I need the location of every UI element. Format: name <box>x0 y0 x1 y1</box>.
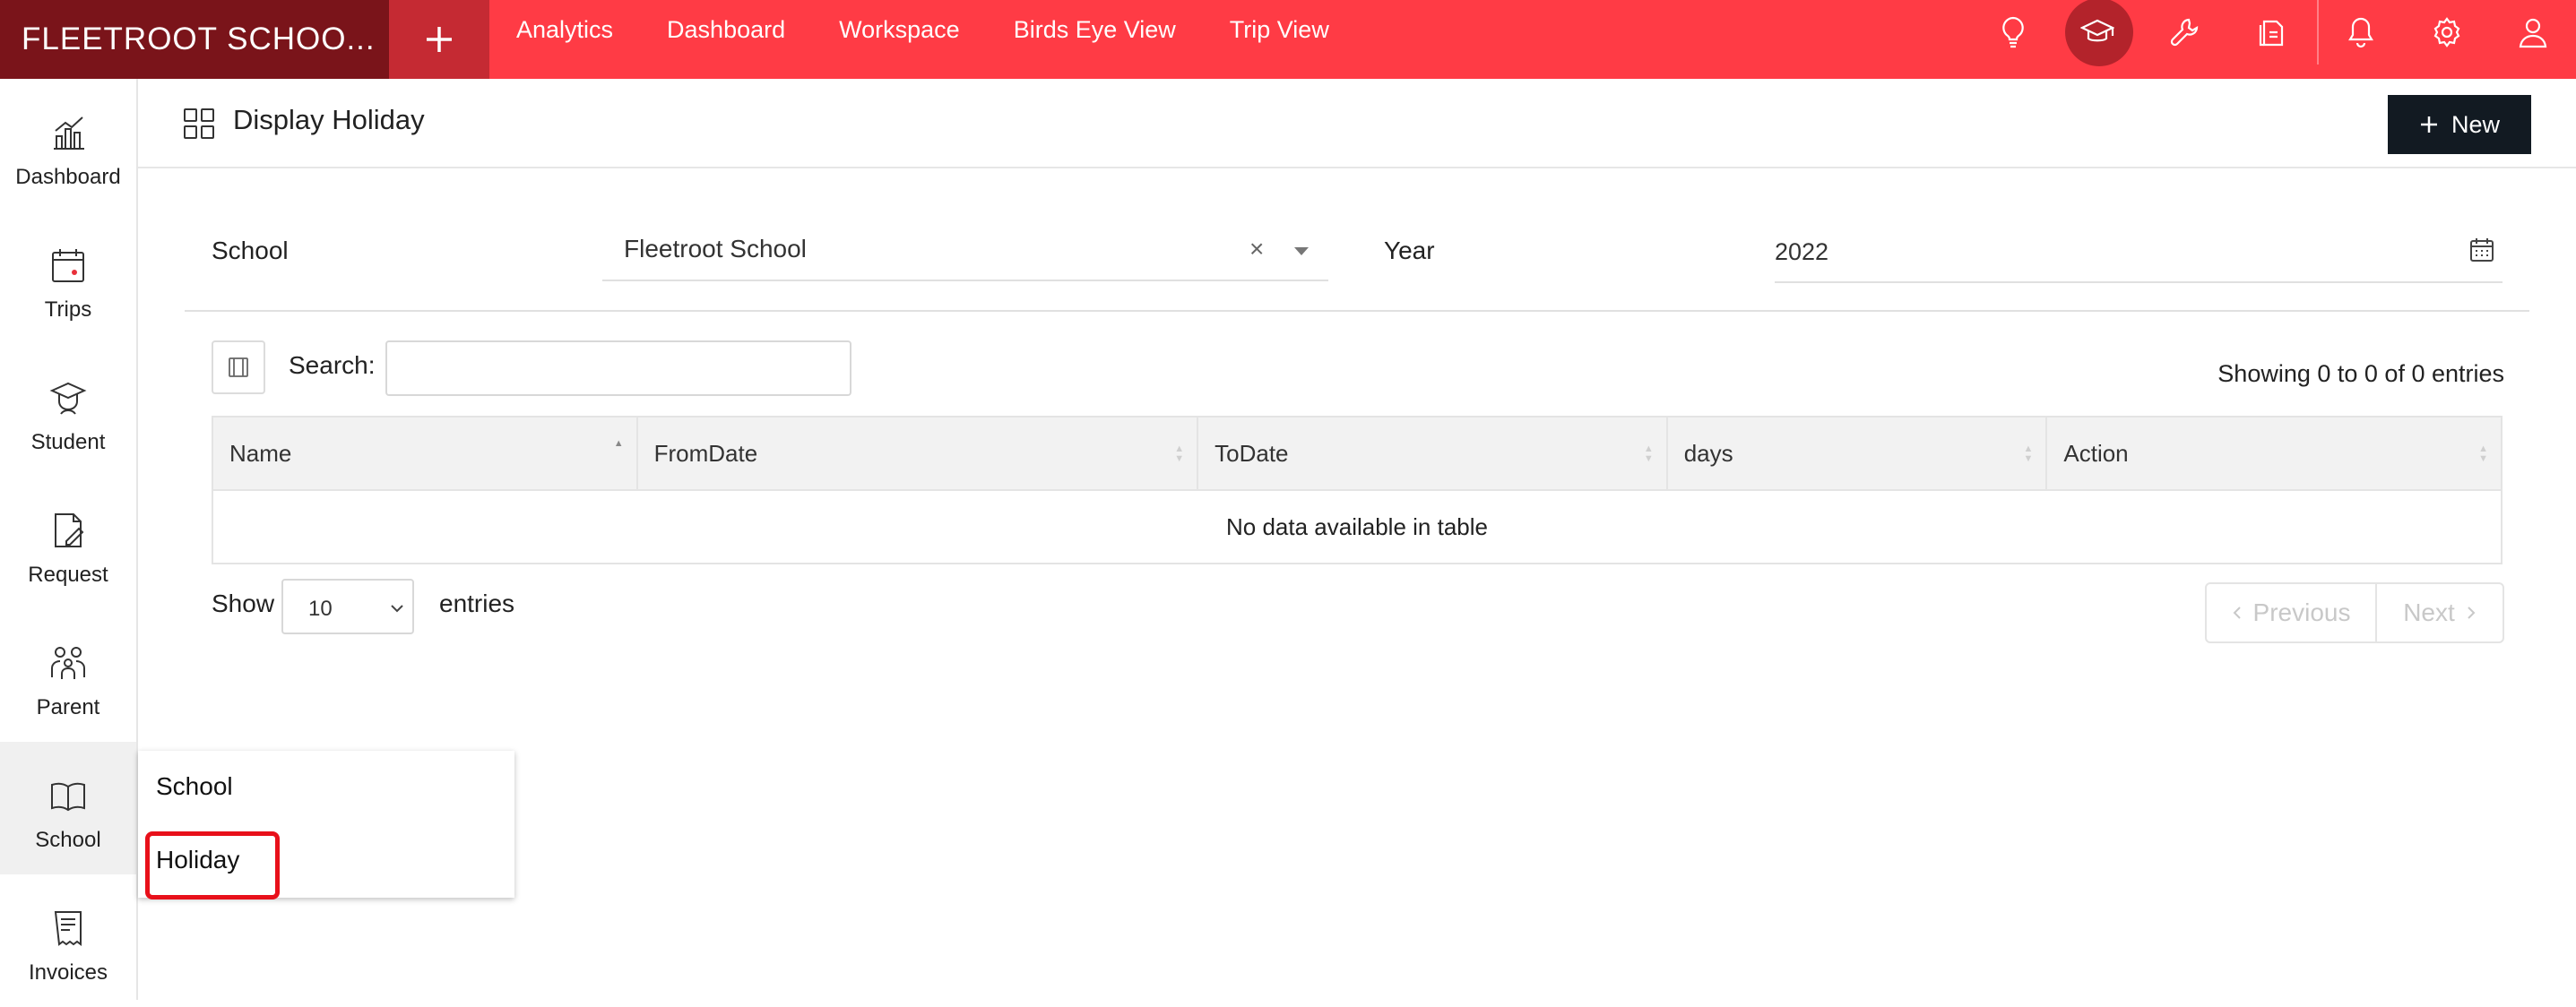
chevron-left-icon <box>2233 607 2241 619</box>
chevron-right-icon <box>2468 607 2476 619</box>
sidebar-item-invoices[interactable]: Invoices <box>0 874 136 1007</box>
student-icon <box>49 382 87 415</box>
sidebar-item-student[interactable]: Student <box>0 344 136 477</box>
page-title: Display Holiday <box>233 104 425 135</box>
page-header: Display Holiday New <box>138 79 2576 168</box>
holiday-table: Name ▲ FromDate ▲ ▼ ToDate ▲ ▼ days ▲ ▼ Act… <box>212 416 2503 564</box>
table-row: No data available in table <box>212 489 2503 564</box>
year-field[interactable]: 2022 <box>1775 222 2503 283</box>
request-icon <box>55 513 84 547</box>
highlight-annotation <box>145 831 280 899</box>
year-value: 2022 <box>1775 238 1829 265</box>
empty-message: No data available in table <box>212 489 2503 564</box>
sidebar-item-label: Trips <box>44 297 92 322</box>
previous-button[interactable]: Previous <box>2207 584 2377 641</box>
column-visibility-button[interactable] <box>212 340 265 394</box>
invoice-icon <box>54 911 82 946</box>
sort-icon: ▲ ▼ <box>2478 443 2488 464</box>
new-button-label: New <box>2451 110 2500 138</box>
filter-divider <box>185 310 2529 312</box>
chevron-down-icon[interactable] <box>1294 247 1309 255</box>
page-length-value: 10 <box>308 597 333 621</box>
calendar-icon <box>52 249 84 282</box>
entries-label: entries <box>439 590 515 617</box>
sidebar-item-trips[interactable]: Trips <box>0 211 136 344</box>
book-icon <box>51 782 85 812</box>
nav-birds-eye-view[interactable]: Birds Eye View <box>1014 16 1176 44</box>
sidebar-item-label: Invoices <box>28 960 108 985</box>
sidebar-item-label: School <box>35 828 101 852</box>
column-header-days[interactable]: days ▲ ▼ <box>1665 416 2048 491</box>
topbar-divider <box>2317 0 2319 65</box>
sort-icon: ▲ ▼ <box>1174 443 1185 464</box>
column-header-action[interactable]: Action ▲ ▼ <box>2045 416 2503 491</box>
brand-title[interactable]: FLEETROOT SCHOO... <box>0 0 389 79</box>
table-info: Showing 0 to 0 of 0 entries <box>2217 360 2504 387</box>
columns-icon <box>229 357 248 377</box>
bar-chart-icon <box>54 116 84 150</box>
previous-label: Previous <box>2252 598 2351 626</box>
graduation-cap-icon[interactable] <box>2063 0 2133 66</box>
bell-icon[interactable] <box>2327 0 2395 65</box>
column-header-todate[interactable]: ToDate ▲ ▼ <box>1197 416 1668 491</box>
plus-icon <box>427 27 452 52</box>
plus-icon <box>2420 116 2437 133</box>
top-nav: Analytics Dashboard Workspace Birds Eye … <box>516 0 1383 59</box>
sort-icon: ▲ ▼ <box>1643 443 1654 464</box>
flyout-item-school[interactable]: School <box>156 772 233 801</box>
search-input[interactable] <box>385 340 851 396</box>
sidebar-item-label: Request <box>28 563 108 587</box>
show-label: Show <box>212 590 275 617</box>
nav-dashboard[interactable]: Dashboard <box>667 16 785 44</box>
sidebar-item-parent[interactable]: Parent <box>0 609 136 742</box>
nav-trip-view[interactable]: Trip View <box>1230 16 1329 44</box>
column-label: ToDate <box>1215 439 1289 467</box>
sidebar-item-dashboard[interactable]: Dashboard <box>0 79 136 211</box>
search-label: Search: <box>289 351 376 379</box>
column-label: days <box>1683 439 1733 467</box>
wrench-icon[interactable] <box>2151 0 2219 65</box>
parent-icon <box>51 647 85 679</box>
column-header-name[interactable]: Name ▲ <box>212 416 638 491</box>
documents-icon[interactable] <box>2237 0 2305 65</box>
column-label: Name <box>229 439 292 467</box>
top-bar: FLEETROOT SCHOO... Analytics Dashboard W… <box>0 0 2576 79</box>
nav-analytics[interactable]: Analytics <box>516 16 613 44</box>
pagination: Previous Next <box>2205 582 2504 643</box>
user-icon[interactable] <box>2499 0 2567 65</box>
sort-icon: ▲ ▼ <box>2023 443 2034 464</box>
gear-icon[interactable] <box>2413 0 2481 65</box>
year-filter-label: Year <box>1384 237 1435 264</box>
page-length-select[interactable]: 10 <box>281 579 414 634</box>
school-select-value: Fleetroot School <box>624 235 807 263</box>
sort-asc-icon: ▲ <box>613 438 624 449</box>
school-filter-label: School <box>212 237 289 264</box>
next-button[interactable]: Next <box>2377 584 2503 641</box>
sidebar-item-label: Parent <box>36 695 100 719</box>
sidebar-item-request[interactable]: Request <box>0 477 136 609</box>
next-label: Next <box>2403 598 2455 626</box>
grid-icon <box>184 108 214 139</box>
school-select[interactable]: Fleetroot School × <box>602 222 1328 281</box>
new-button[interactable]: New <box>2388 95 2531 154</box>
sidebar-item-label: Dashboard <box>15 165 121 189</box>
sidebar-item-label: Student <box>30 430 106 454</box>
column-label: FromDate <box>653 439 758 467</box>
sidebar-item-school[interactable]: School <box>0 742 136 874</box>
nav-workspace[interactable]: Workspace <box>839 16 960 44</box>
clear-icon[interactable]: × <box>1249 235 1264 263</box>
lightbulb-icon[interactable] <box>1979 0 2047 65</box>
calendar-icon[interactable] <box>2468 237 2495 263</box>
add-button[interactable] <box>389 0 489 79</box>
sidebar: Dashboard Trips Student Request Parent S… <box>0 79 138 1000</box>
column-header-fromdate[interactable]: FromDate ▲ ▼ <box>635 416 1199 491</box>
chevron-down-icon <box>391 605 403 613</box>
column-label: Action <box>2063 439 2129 467</box>
